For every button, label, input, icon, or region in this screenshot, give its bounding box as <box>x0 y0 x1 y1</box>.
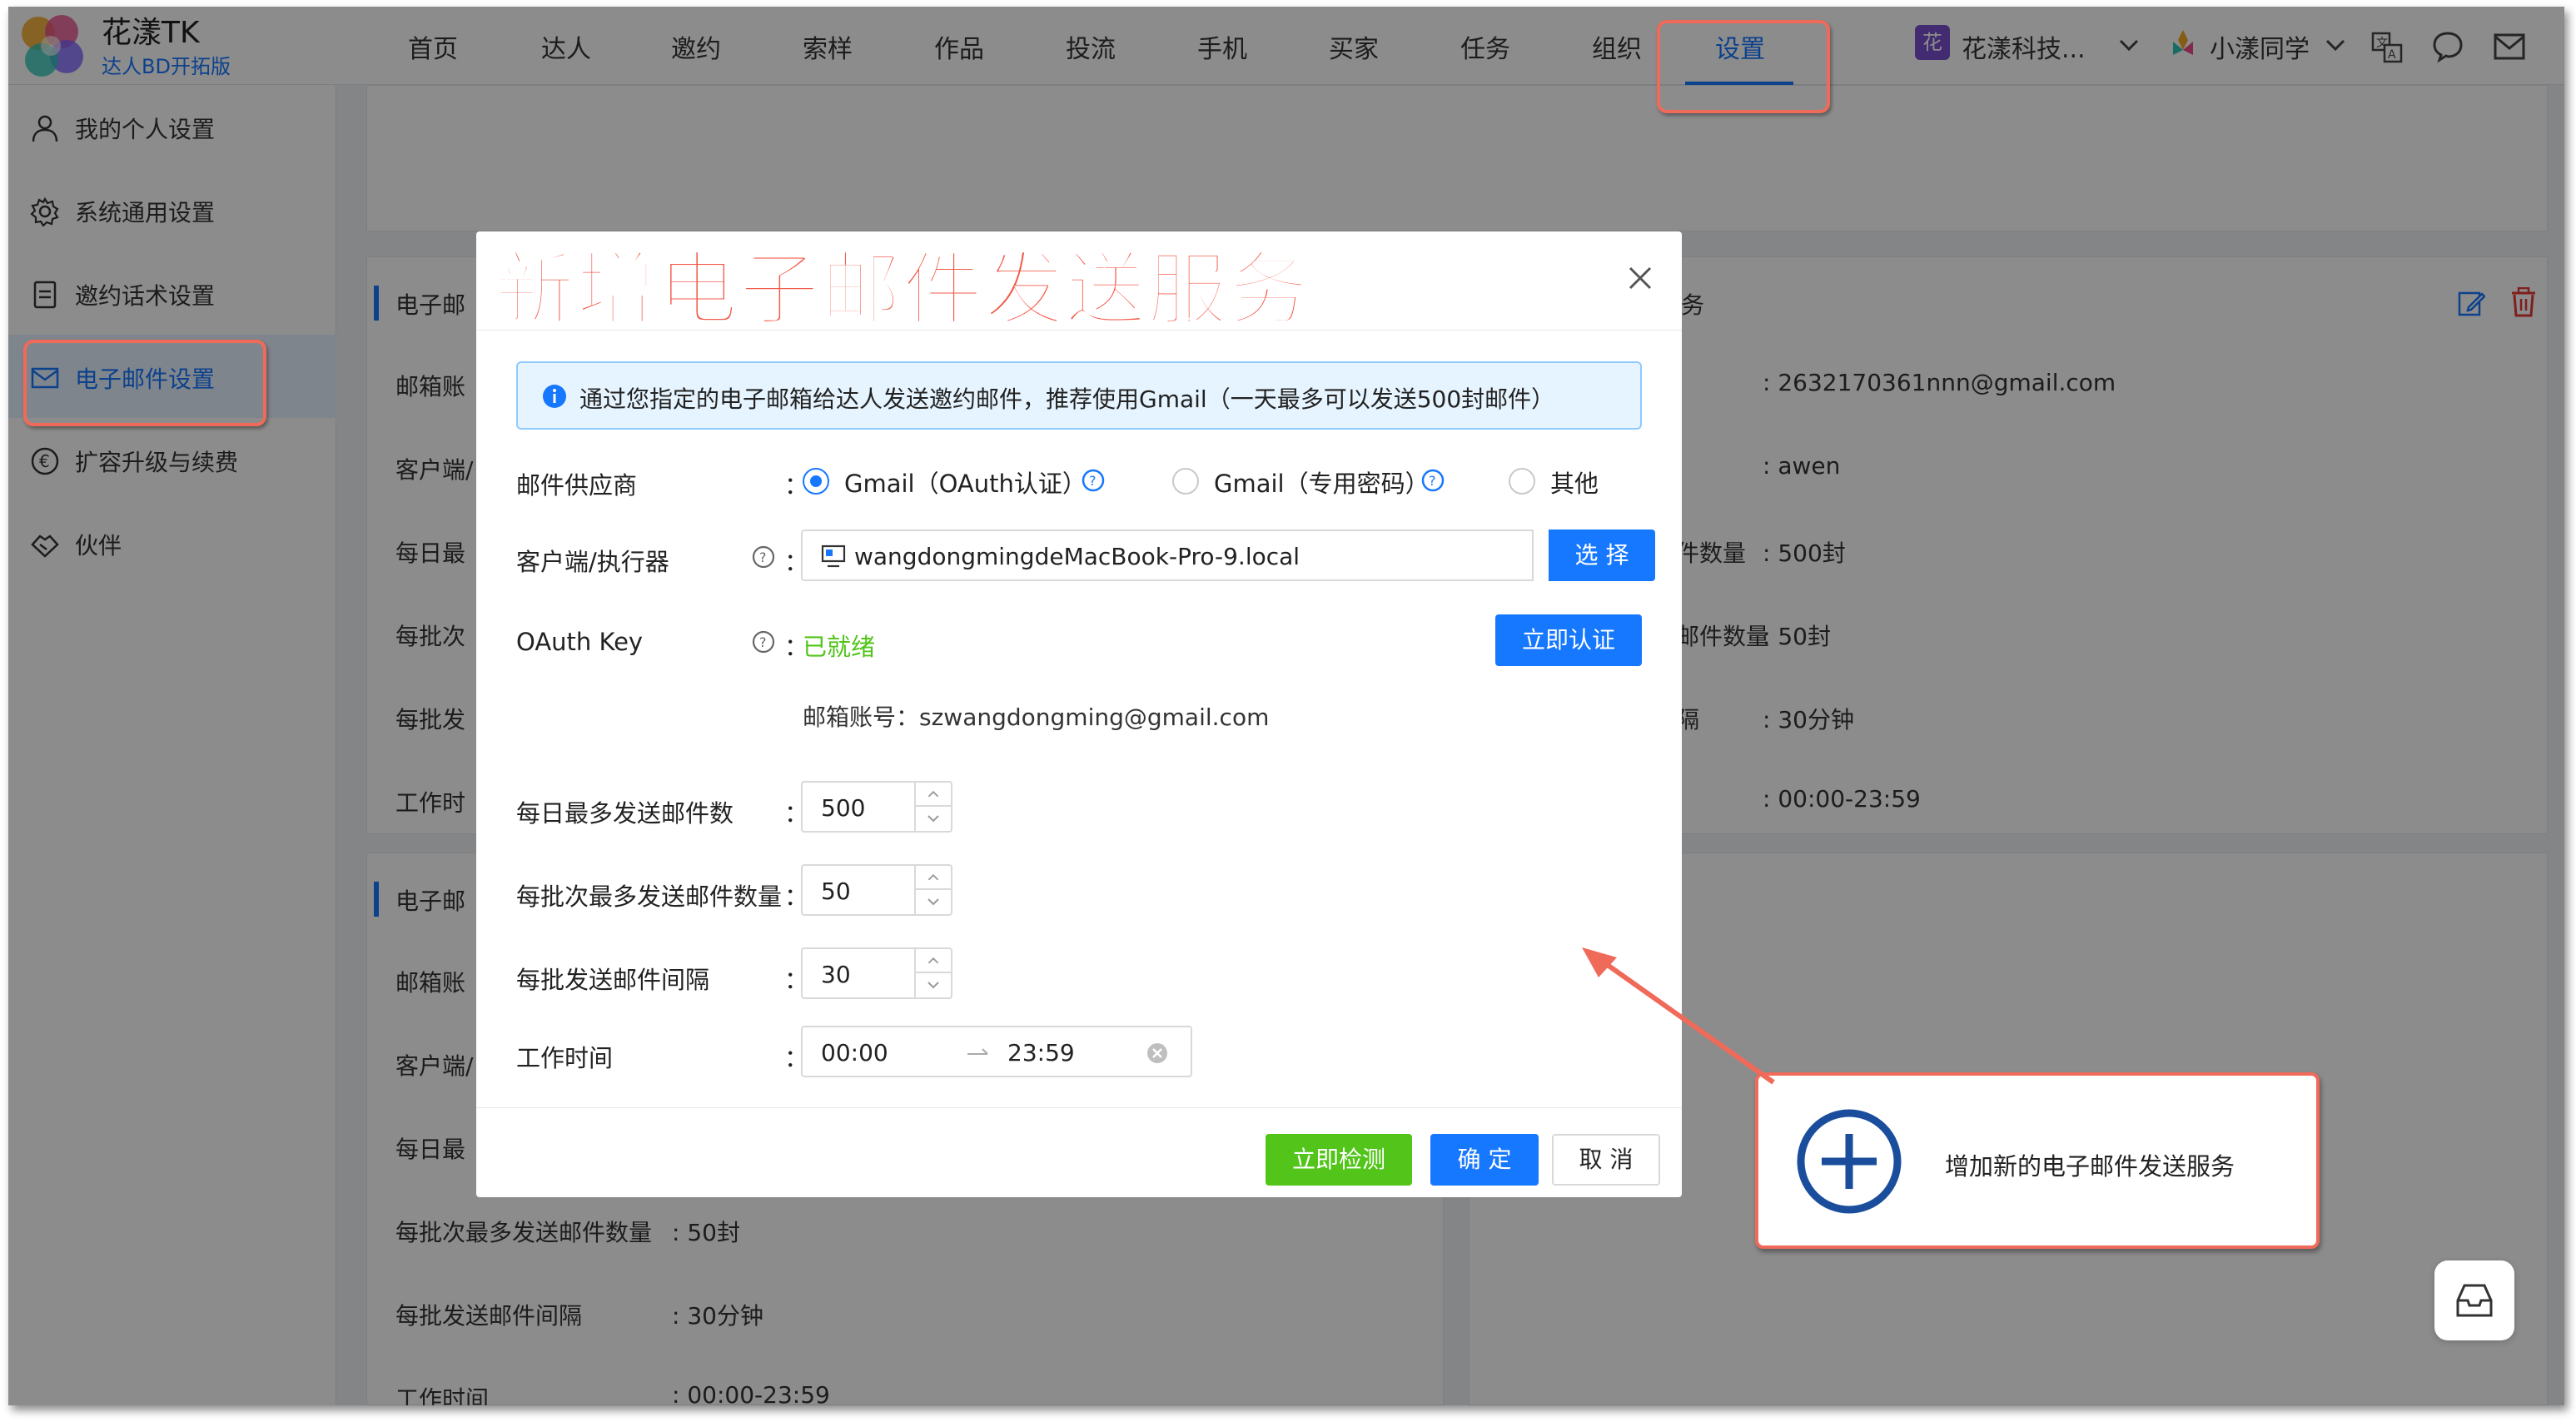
number-value: 50 <box>821 878 851 905</box>
chevron-up-icon[interactable] <box>916 866 951 890</box>
batch-max-label: 每批次最多发送邮件数量 <box>516 883 783 911</box>
number-value: 30 <box>821 961 851 988</box>
account-label: 邮箱账号： <box>803 704 920 731</box>
chevron-down-icon[interactable] <box>916 973 951 997</box>
svg-text:?: ? <box>1089 473 1097 489</box>
number-value: 500 <box>821 794 866 822</box>
add-email-service-dialog: 新增电子邮件发送服务 通过您指定的电子邮箱给达人发送邀约邮件，推荐使用Gmail… <box>476 231 1682 1197</box>
daily-max-label: 每日最多发送邮件数 <box>516 799 734 828</box>
number-stepper <box>914 783 951 831</box>
divider <box>476 330 1682 331</box>
end-time-input[interactable]: 23:59 <box>1007 1039 1075 1066</box>
radio-label[interactable]: Gmail（专用密码） <box>1214 465 1430 500</box>
oauth-label: OAuth Key <box>516 628 644 656</box>
info-icon <box>543 385 566 408</box>
annotation-arrow <box>1582 947 1775 1085</box>
executor-input[interactable]: wangdongmingdeMacBook-Pro-9.local <box>801 530 1534 581</box>
help-icon[interactable]: ? <box>1081 468 1106 493</box>
clear-icon[interactable] <box>1146 1042 1169 1065</box>
svg-text:?: ? <box>759 549 767 565</box>
info-alert: 通过您指定的电子邮箱给达人发送邀约邮件，推荐使用Gmail（一天最多可以发送50… <box>516 361 1642 430</box>
batch-max-input[interactable]: 50 <box>801 864 952 916</box>
number-stepper <box>914 866 951 914</box>
annotation-highlight-email <box>23 340 266 426</box>
number-stepper <box>914 949 951 997</box>
authorize-button[interactable]: 立即认证 <box>1495 614 1642 666</box>
chevron-down-icon[interactable] <box>916 807 951 831</box>
divider <box>476 1107 1682 1108</box>
batch-interval-input[interactable]: 30 <box>801 947 952 999</box>
arrow-right-icon <box>967 1048 988 1055</box>
account-value: szwangdongming@gmail.com <box>919 704 1270 731</box>
confirm-button[interactable]: 确 定 <box>1430 1134 1539 1186</box>
app-window: 花漾TK 达人BD开拓版 首页 达人 邀约 索样 作品 投流 手机 买家 任务 … <box>8 7 2564 1405</box>
inbox-icon <box>2456 1284 2493 1317</box>
help-icon[interactable]: ? <box>1420 468 1445 493</box>
chevron-down-icon[interactable] <box>916 890 951 914</box>
provider-label: 邮件供应商 <box>516 471 638 500</box>
radio-label[interactable]: 其他 <box>1550 465 1599 500</box>
batch-interval-label: 每批发送邮件间隔 <box>516 966 710 994</box>
question-icon[interactable]: ? <box>751 629 776 654</box>
annotation-highlight-settings <box>1657 20 1830 113</box>
chevron-up-icon[interactable] <box>916 949 951 973</box>
work-time-range-picker[interactable]: 00:00 23:59 <box>801 1026 1192 1077</box>
svg-text:?: ? <box>759 634 767 650</box>
close-icon[interactable] <box>1624 261 1657 295</box>
radio-gmail-password[interactable] <box>1172 468 1199 495</box>
add-service-label: 增加新的电子邮件发送服务 <box>1945 1152 2235 1181</box>
radio-gmail-oauth[interactable] <box>803 468 829 495</box>
info-text: 通过您指定的电子邮箱给达人发送邀约邮件，推荐使用Gmail（一天最多可以发送50… <box>579 385 1555 413</box>
dialog-title: 新增电子邮件发送服务 <box>494 242 1310 338</box>
oauth-status: 已就绪 <box>803 633 876 661</box>
check-now-button[interactable]: 立即检测 <box>1266 1134 1412 1186</box>
computer-icon <box>821 544 846 568</box>
plus-circle-icon <box>1797 1109 1902 1214</box>
chevron-up-icon[interactable] <box>916 783 951 807</box>
executor-label: 客户端/执行器 <box>516 548 669 576</box>
cancel-button[interactable]: 取 消 <box>1552 1134 1660 1186</box>
radio-other[interactable] <box>1509 468 1535 495</box>
executor-value: wangdongmingdeMacBook-Pro-9.local <box>854 543 1300 570</box>
work-time-label: 工作时间 <box>516 1044 614 1072</box>
radio-label[interactable]: Gmail（OAuth认证） <box>844 465 1087 500</box>
daily-max-input[interactable]: 500 <box>801 781 952 833</box>
question-icon[interactable]: ? <box>751 544 776 569</box>
oauth-account: 邮箱账号：szwangdongming@gmail.com <box>803 699 1269 733</box>
start-time-input[interactable]: 00:00 <box>821 1039 888 1066</box>
select-executor-button[interactable]: 选 择 <box>1549 530 1655 581</box>
svg-text:?: ? <box>1429 473 1436 489</box>
add-email-service-button[interactable]: 增加新的电子邮件发送服务 <box>1755 1072 2320 1249</box>
inbox-button[interactable] <box>2434 1260 2514 1340</box>
